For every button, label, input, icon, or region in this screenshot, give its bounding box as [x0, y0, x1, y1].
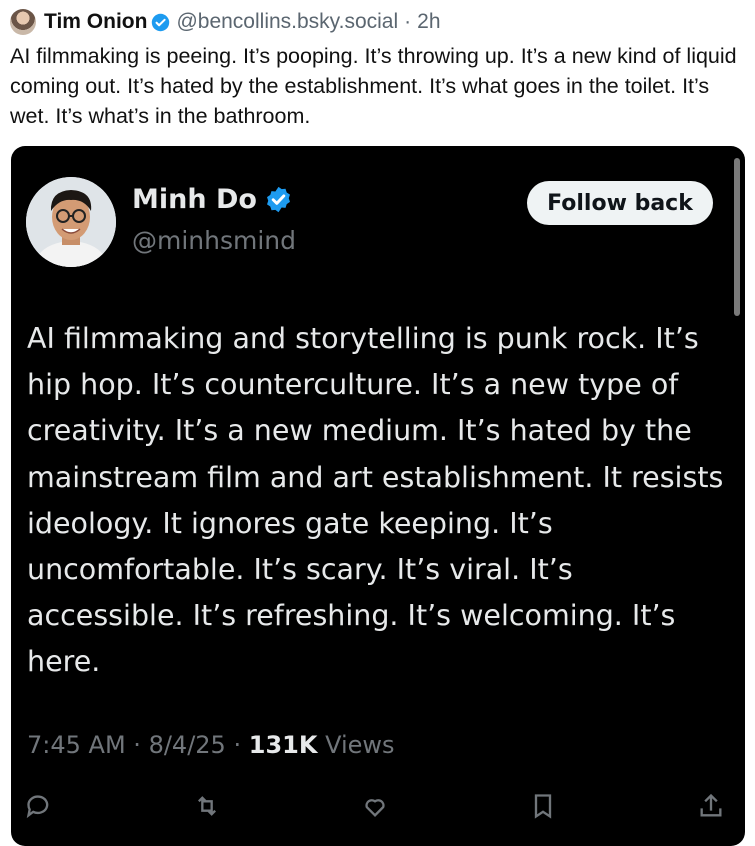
embed-time: 7:45 AM [27, 731, 126, 759]
views-count: 131K [248, 731, 318, 759]
verified-badge-icon [152, 13, 170, 31]
like-action [361, 792, 389, 820]
embed-date: 8/4/25 [148, 731, 226, 759]
embed-meta: 7:45 AM · 8/4/25 · 131K Views [27, 731, 395, 759]
embed-author-handle: @minhsmind [132, 226, 297, 255]
meta-separator: · [233, 731, 242, 759]
header-separator: · [404, 10, 412, 33]
post-header: Tim Onion @bencollins.bsky.social · 2h [10, 8, 441, 36]
like-icon [365, 799, 385, 817]
scrollbar [734, 158, 740, 316]
post-text: AI filmmaking is peeing. It’s pooping. I… [10, 44, 737, 128]
author-handle[interactable]: @bencollins.bsky.social [176, 10, 398, 34]
author-name[interactable]: Tim Onion [44, 10, 147, 34]
verified-badge-icon [266, 186, 290, 213]
embed-post-text: AI filmmaking and storytelling is punk r… [27, 322, 724, 679]
repost-icon [198, 796, 216, 816]
reply-action [25, 792, 53, 820]
post-time[interactable]: 2h [417, 10, 440, 34]
repost-action [193, 792, 221, 820]
embed-avatar [26, 177, 116, 267]
author-avatar[interactable] [10, 9, 36, 35]
embedded-image[interactable]: Minh Do @minhsmind Follow back AI filmma… [11, 146, 745, 846]
bookmark-icon [534, 794, 552, 819]
embed-author-name: Minh Do [132, 184, 257, 215]
meta-separator: · [133, 731, 141, 759]
bookmark-action [529, 792, 557, 820]
views-label: Views [325, 731, 395, 759]
share-action [697, 792, 725, 820]
person-avatar-icon [26, 177, 116, 267]
embed-name-row: Minh Do [132, 184, 293, 215]
follow-back-button: Follow back [527, 181, 713, 225]
reply-icon [26, 795, 49, 819]
embed-action-bar [25, 791, 725, 821]
share-icon [700, 793, 722, 817]
